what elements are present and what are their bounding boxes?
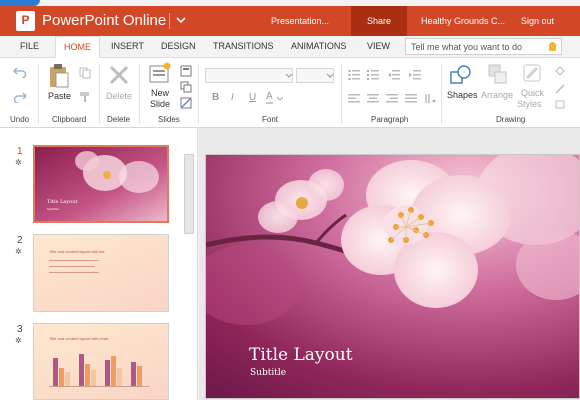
tab-file[interactable]: FILE <box>20 41 39 51</box>
font-name-chevron-icon[interactable] <box>286 73 292 78</box>
tell-me-search[interactable]: Tell me what you want to do <box>405 38 562 55</box>
group-label-paragraph: Paragraph <box>371 115 409 124</box>
slide-thumbnail-2[interactable]: Title and content layout with list <box>33 234 169 312</box>
shapes-icon[interactable] <box>449 63 473 87</box>
title-bar: P PowerPoint Online Presentation... Shar… <box>0 6 580 36</box>
font-color-chevron-icon[interactable] <box>277 96 283 101</box>
paste-label[interactable]: Paste <box>48 91 71 101</box>
thumbnail-2-line <box>49 260 99 261</box>
tab-insert[interactable]: INSERT <box>111 41 144 51</box>
title-separator <box>169 13 170 29</box>
paste-icon[interactable] <box>48 63 70 89</box>
justify-icon[interactable] <box>405 94 417 103</box>
transition-star-icon: ✲ <box>15 247 22 256</box>
new-slide-icon[interactable] <box>148 62 172 84</box>
text-direction-icon[interactable] <box>424 93 436 104</box>
group-label-slides: Slides <box>158 115 180 124</box>
delete-label[interactable]: Delete <box>106 91 132 101</box>
workspace-name[interactable]: Healthy Grounds C... <box>421 16 505 26</box>
thumbnail-1-title: Title Layout <box>47 199 78 205</box>
arrange-icon[interactable] <box>488 63 508 85</box>
slide-thumbnail-3[interactable]: Title and content layout with chart <box>33 323 169 400</box>
thumbnail-1-subtitle: Subtitle <box>47 207 60 211</box>
new-slide-label-line1[interactable]: New <box>151 88 169 98</box>
tab-transitions[interactable]: TRANSITIONS <box>213 41 274 51</box>
current-slide[interactable]: Title Layout Subtitle <box>205 154 580 399</box>
group-label-delete: Delete <box>107 115 131 124</box>
font-color-button[interactable]: A <box>266 92 273 104</box>
tab-design[interactable]: DESIGN <box>161 41 196 51</box>
app-name[interactable]: PowerPoint Online <box>42 12 166 29</box>
bold-button[interactable]: B <box>212 92 219 103</box>
quick-styles-label-line2[interactable]: Styles <box>517 99 542 109</box>
bullets-icon[interactable] <box>348 69 360 80</box>
thumbnail-3-chart <box>49 354 149 387</box>
font-name-box[interactable] <box>205 68 293 83</box>
slide-title[interactable]: Title Layout <box>249 345 353 365</box>
ribbon-separator <box>198 64 199 124</box>
lightbulb-icon <box>549 42 556 51</box>
quick-styles-icon[interactable] <box>522 63 544 85</box>
ribbon-separator <box>139 64 140 124</box>
align-left-icon[interactable] <box>348 94 360 103</box>
copy-icon[interactable] <box>79 67 91 79</box>
tab-home[interactable]: HOME <box>55 36 100 59</box>
new-slide-label-line2[interactable]: Slide <box>150 99 170 109</box>
format-painter-icon[interactable] <box>79 91 91 103</box>
undo-icon[interactable] <box>13 66 27 78</box>
tab-view[interactable]: VIEW <box>367 41 390 51</box>
underline-button[interactable]: U <box>249 92 256 103</box>
quick-styles-label-line1[interactable]: Quick <box>521 88 544 98</box>
group-label-undo: Undo <box>10 115 30 124</box>
duplicate-slide-icon[interactable] <box>180 81 192 93</box>
thumbnail-2-line <box>49 266 95 267</box>
italic-button[interactable]: I <box>231 92 234 103</box>
thumbnail-2-title: Title and content layout with list <box>49 249 105 254</box>
transition-star-icon: ✲ <box>15 336 22 345</box>
ribbon-separator <box>99 64 100 124</box>
shape-outline-icon[interactable] <box>555 84 567 94</box>
shapes-label[interactable]: Shapes <box>447 90 478 100</box>
thumbnail-3-title: Title and content layout with chart <box>49 336 109 341</box>
numbering-icon[interactable] <box>367 69 379 80</box>
slide-number: 2 <box>17 235 23 246</box>
slide-number: 3 <box>17 324 23 335</box>
increase-indent-icon[interactable] <box>409 69 421 80</box>
hide-slide-icon[interactable] <box>180 97 192 109</box>
chevron-down-icon[interactable] <box>174 12 188 28</box>
shape-effects-icon[interactable] <box>555 100 567 110</box>
group-label-clipboard: Clipboard <box>52 115 87 124</box>
font-size-chevron-icon[interactable] <box>327 73 333 78</box>
transition-star-icon: ✲ <box>15 158 22 167</box>
thumbnail-scrollbar[interactable] <box>184 154 194 234</box>
group-label-drawing: Drawing <box>496 115 526 124</box>
tell-me-placeholder: Tell me what you want to do <box>411 42 523 52</box>
ribbon-tabs: FILE HOME INSERT DESIGN TRANSITIONS ANIM… <box>0 36 580 59</box>
redo-icon[interactable] <box>13 91 27 103</box>
slide-thumbnail-pane: 1 ✲ Title Layout Subtitle 2 ✲ Title and … <box>0 128 198 400</box>
powerpoint-logo-icon[interactable]: P <box>16 11 35 31</box>
ribbon-separator <box>38 64 39 124</box>
decrease-indent-icon[interactable] <box>388 69 400 80</box>
layout-icon[interactable] <box>180 65 192 77</box>
delete-icon[interactable] <box>108 64 130 86</box>
presentation-name[interactable]: Presentation... <box>271 16 329 26</box>
tab-animations[interactable]: ANIMATIONS <box>291 41 346 51</box>
share-button[interactable]: Share <box>351 6 407 36</box>
group-label-font: Font <box>262 115 279 124</box>
sign-out-link[interactable]: Sign out <box>521 16 554 26</box>
slide-editor: Title Layout Subtitle <box>199 128 580 400</box>
slide-number: 1 <box>17 146 23 157</box>
align-right-icon[interactable] <box>386 94 398 103</box>
thumbnail-2-line <box>49 272 99 273</box>
align-center-icon[interactable] <box>367 94 379 103</box>
shape-fill-icon[interactable] <box>555 66 567 76</box>
ribbon-separator <box>441 64 442 124</box>
slide-thumbnail-1[interactable]: Title Layout Subtitle <box>33 145 169 223</box>
arrange-label[interactable]: Arrange <box>481 90 513 100</box>
ribbon-separator <box>341 64 342 124</box>
powerpoint-online-window: P PowerPoint Online Presentation... Shar… <box>0 0 580 400</box>
ribbon-home: Undo Paste Clipboard Delete Delete New S… <box>0 58 580 128</box>
slide-subtitle[interactable]: Subtitle <box>250 368 286 378</box>
